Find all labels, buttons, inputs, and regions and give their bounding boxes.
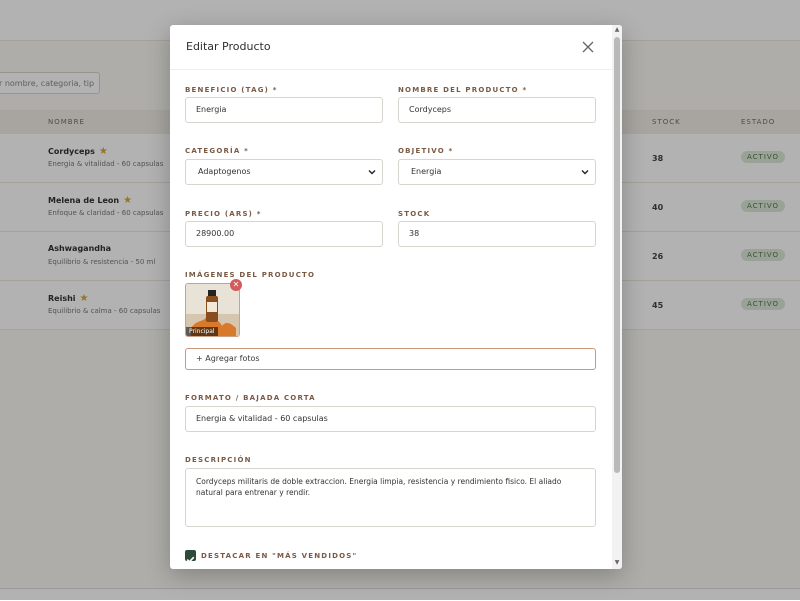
objective-select[interactable]: Energia <box>398 159 596 185</box>
category-label: CATEGORÍA * <box>185 147 249 155</box>
add-photos-button[interactable]: + Agregar fotos <box>185 348 596 370</box>
edit-product-modal: Editar Producto BENEFICIO (TAG) * Energi… <box>170 25 622 569</box>
format-label: FORMATO / BAJADA CORTA <box>185 394 316 402</box>
category-select[interactable]: Adaptogenos <box>185 159 383 185</box>
benefit-input[interactable]: Energia <box>185 97 383 123</box>
modal-scrollbar[interactable]: ▲ ▼ <box>612 25 622 569</box>
product-name-label: NOMBRE DEL PRODUCTO * <box>398 86 528 94</box>
principal-tag: Principal <box>186 327 218 336</box>
modal-title: Editar Producto <box>186 40 271 53</box>
modal-header: Editar Producto <box>170 25 622 70</box>
remove-image-button[interactable]: ✕ <box>230 279 242 291</box>
chevron-down-icon <box>368 170 376 175</box>
featured-label: DESTACAR EN "MÁS VENDIDOS" <box>201 552 358 560</box>
scroll-down-icon[interactable]: ▼ <box>613 559 621 567</box>
product-image-thumbnail[interactable]: Principal <box>185 283 240 337</box>
format-input[interactable]: Energia & vitalidad - 60 capsulas <box>185 406 596 432</box>
price-label: PRECIO (ARS) * <box>185 210 262 218</box>
objective-value: Energia <box>411 167 442 176</box>
close-button[interactable] <box>580 39 596 55</box>
featured-checkbox[interactable] <box>185 550 196 563</box>
description-label: DESCRIPCIÓN <box>185 456 252 464</box>
scrollbar-thumb[interactable] <box>614 37 620 473</box>
close-icon: ✕ <box>232 280 240 289</box>
chevron-down-icon <box>581 170 589 175</box>
category-value: Adaptogenos <box>198 167 251 176</box>
product-name-input[interactable]: Cordyceps <box>398 97 596 123</box>
stock-input[interactable]: 38 <box>398 221 596 247</box>
objective-label: OBJETIVO * <box>398 147 454 155</box>
close-icon <box>582 41 594 53</box>
check-icon <box>186 556 195 563</box>
description-textarea[interactable]: Cordyceps militaris de doble extraccion.… <box>185 468 596 527</box>
stock-label: STOCK <box>398 210 431 218</box>
benefit-label: BENEFICIO (TAG) * <box>185 86 278 94</box>
price-input[interactable]: 28900.00 <box>185 221 383 247</box>
images-label: IMÁGENES DEL PRODUCTO <box>185 271 316 279</box>
scroll-up-icon[interactable]: ▲ <box>613 26 621 34</box>
